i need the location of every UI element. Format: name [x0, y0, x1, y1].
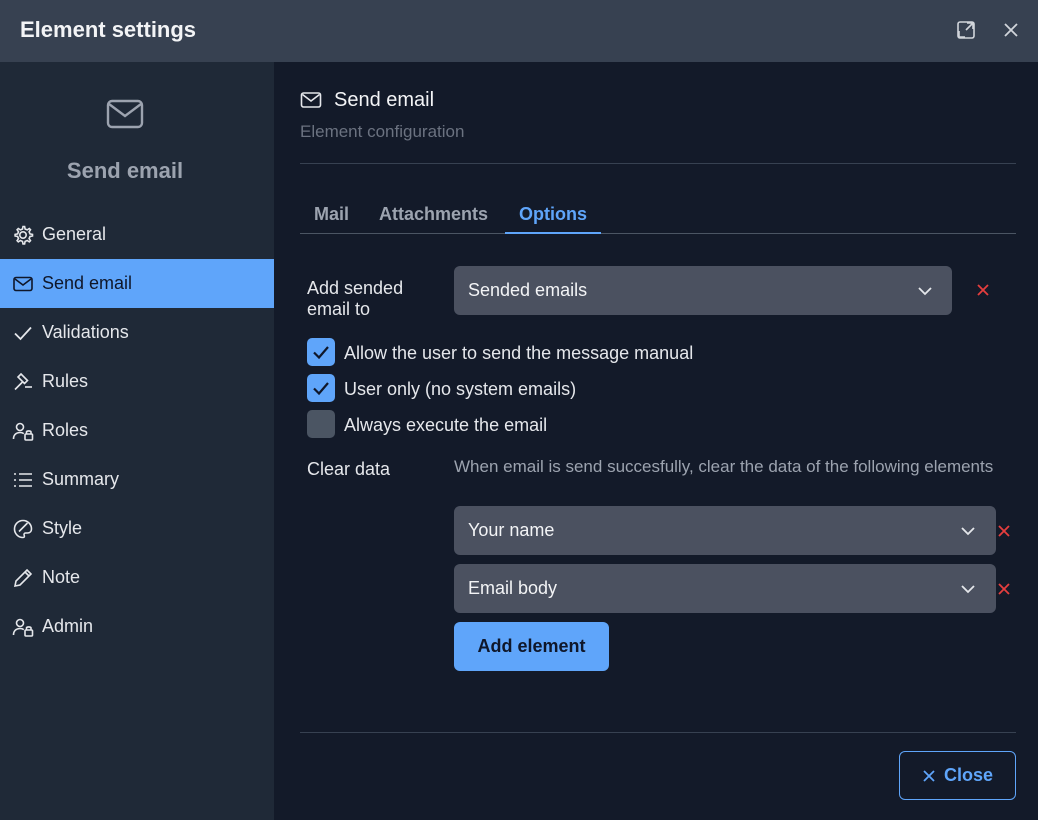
- add-sended-select[interactable]: Sended emails: [454, 266, 952, 315]
- envelope-icon: [105, 98, 145, 132]
- tabs-divider: [300, 233, 1016, 234]
- sidebar-item-style[interactable]: Style: [0, 504, 274, 553]
- main-panel: Send email Element configuration Mail At…: [274, 62, 1038, 820]
- clear-element-select[interactable]: Email body: [454, 564, 996, 613]
- gear-icon: [12, 224, 34, 246]
- envelope-icon: [12, 273, 34, 295]
- gavel-icon: [12, 371, 34, 393]
- sidebar: Send email General Send email Validation…: [0, 62, 274, 820]
- select-value: Email body: [468, 578, 558, 598]
- list-icon: [12, 469, 34, 491]
- sidebar-item-label: Note: [42, 567, 81, 587]
- add-sended-label: Add sended email to: [307, 278, 404, 319]
- sidebar-item-admin[interactable]: Admin: [0, 602, 274, 651]
- select-value: Sended emails: [468, 280, 588, 300]
- chevron-down-icon: [959, 580, 977, 598]
- close-button-label: Close: [943, 765, 994, 785]
- tab-mail[interactable]: Mail: [314, 204, 349, 225]
- remove-icon[interactable]: [996, 581, 1012, 597]
- add-element-button[interactable]: Add element: [454, 622, 609, 671]
- sidebar-item-rules[interactable]: Rules: [0, 357, 274, 406]
- palette-icon: [12, 518, 34, 540]
- user-lock-icon: [12, 616, 34, 638]
- sidebar-item-note[interactable]: Note: [0, 553, 274, 602]
- page-title: Send email: [334, 89, 435, 111]
- sidebar-item-validations[interactable]: Validations: [0, 308, 274, 357]
- chevron-down-icon: [916, 282, 934, 300]
- checkbox-label: Allow the user to send the message manua…: [344, 343, 694, 363]
- envelope-icon: [300, 90, 322, 110]
- element-settings-dialog: Element settings Send email General Send…: [0, 0, 1038, 820]
- checkbox-user-only[interactable]: [307, 374, 335, 402]
- remove-icon[interactable]: [996, 523, 1012, 539]
- remove-icon[interactable]: [975, 282, 991, 298]
- sidebar-item-roles[interactable]: Roles: [0, 406, 274, 455]
- clear-data-label: Clear data: [307, 459, 391, 479]
- sidebar-item-label: Summary: [42, 469, 120, 489]
- active-tab-indicator: [505, 232, 601, 234]
- close-icon[interactable]: [999, 18, 1023, 42]
- divider: [300, 163, 1016, 164]
- sidebar-item-label: Send email: [42, 273, 133, 293]
- sidebar-item-label: General: [42, 224, 107, 244]
- dialog-title: Element settings: [20, 17, 197, 42]
- checkbox-label: User only (no system emails): [344, 379, 577, 399]
- tab-options[interactable]: Options: [519, 204, 587, 225]
- chevron-down-icon: [959, 522, 977, 540]
- sidebar-item-label: Roles: [42, 420, 89, 440]
- checkbox-always-execute[interactable]: [307, 410, 335, 438]
- sidebar-item-label: Rules: [42, 371, 89, 391]
- page-subtitle: Element configuration: [300, 122, 465, 141]
- user-lock-icon: [12, 420, 34, 442]
- sidebar-item-label: Style: [42, 518, 83, 538]
- sidebar-item-summary[interactable]: Summary: [0, 455, 274, 504]
- sidebar-item-general[interactable]: General: [0, 210, 274, 259]
- sidebar-item-label: Validations: [42, 322, 129, 342]
- check-icon: [12, 322, 34, 344]
- clear-element-select[interactable]: Your name: [454, 506, 996, 555]
- clear-data-hint: When email is send succesfully, clear th…: [454, 457, 994, 476]
- pencil-icon: [12, 567, 34, 589]
- checkbox-label: Always execute the email: [344, 415, 548, 435]
- close-button[interactable]: Close: [899, 751, 1016, 800]
- select-value: Your name: [468, 520, 555, 540]
- close-icon: [923, 769, 935, 782]
- sidebar-header-label: Send email: [66, 158, 184, 183]
- divider: [300, 732, 1016, 733]
- checkbox-allow-manual[interactable]: [307, 338, 335, 366]
- sidebar-item-send-email[interactable]: Send email: [0, 259, 274, 308]
- expand-icon[interactable]: [954, 18, 978, 42]
- sidebar-item-label: Admin: [42, 616, 94, 636]
- tab-attachments[interactable]: Attachments: [379, 204, 488, 225]
- dialog-titlebar: Element settings: [0, 0, 1038, 62]
